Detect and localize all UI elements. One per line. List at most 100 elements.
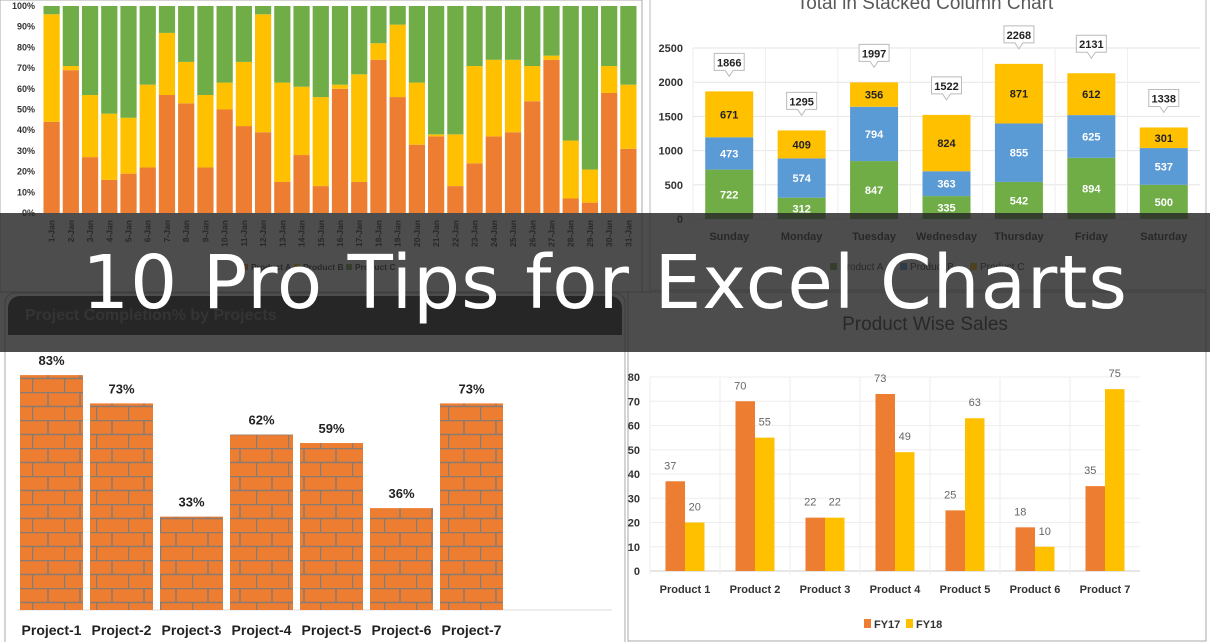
y-tick-label: 20: [628, 518, 640, 530]
bar-segment-product-b: [485, 59, 502, 137]
legend-label: FY18: [916, 619, 942, 631]
bar-segment-product-b: [504, 59, 522, 133]
bar-segment-product-c: [62, 6, 79, 67]
bar-segment-product-c: [504, 6, 522, 60]
bar-segment-product-a: [62, 70, 79, 213]
bar-segment-product-a: [428, 136, 445, 213]
bar-segment-product-a: [524, 101, 541, 213]
legend-swatch: [864, 619, 871, 628]
bar-fy18: [895, 452, 915, 571]
y-tick-label: 30: [628, 493, 640, 505]
bar-segment-product-a: [504, 132, 522, 213]
bar-segment-product-b: [312, 97, 329, 187]
bar-fy18: [825, 517, 845, 571]
bar-segment-product-a: [101, 179, 118, 213]
bar-segment-product-b: [524, 66, 541, 102]
bar-segment-product-b: [120, 117, 137, 174]
y-tick-label: 30%: [17, 146, 35, 156]
bar-segment-product-b: [408, 82, 426, 145]
data-label: 671: [720, 109, 738, 121]
y-tick-label: 70: [628, 396, 640, 408]
bar-segment-product-c: [543, 6, 560, 56]
data-label: 37: [664, 460, 676, 472]
bar-segment-product-b: [158, 32, 176, 96]
y-tick-label: 100%: [12, 1, 35, 11]
brick-bar: [370, 508, 433, 610]
y-tick-label: 10: [628, 542, 640, 554]
bar-segment-product-c: [312, 6, 329, 98]
bar-segment-product-a: [254, 132, 272, 213]
bar-segment-product-a: [543, 59, 560, 213]
bar-segment-product-c: [466, 6, 483, 67]
bar-segment-product-a: [158, 95, 176, 213]
data-label: 35: [1084, 465, 1096, 477]
data-label: 824: [937, 138, 956, 150]
bar-segment-product-c: [216, 6, 233, 83]
bar-segment-product-a: [139, 167, 156, 213]
data-label: 33%: [178, 495, 204, 510]
data-label: 75: [1109, 368, 1121, 380]
y-tick-label: 80%: [17, 42, 35, 52]
bar-fy17: [805, 517, 825, 571]
bar-segment-product-b: [601, 66, 618, 93]
bar-fy18: [965, 418, 985, 571]
bar-segment-product-b: [62, 66, 79, 71]
total-label: 2131: [1079, 39, 1103, 51]
bar-fy18: [685, 522, 705, 571]
data-label: 574: [792, 173, 811, 185]
bar-segment-product-b: [370, 43, 387, 60]
bar-segment-product-c: [158, 6, 176, 33]
brick-bar: [230, 434, 293, 610]
bar-segment-product-c: [235, 6, 252, 62]
bar-segment-product-b: [101, 113, 118, 180]
data-label: 70: [734, 380, 746, 392]
bar-segment-product-a: [216, 109, 233, 213]
bar-fy18: [1105, 389, 1125, 571]
bar-segment-product-a: [274, 181, 291, 213]
bar-segment-product-c: [197, 6, 214, 96]
bar-segment-product-b: [562, 140, 579, 199]
brick-bar: [90, 403, 153, 610]
bar-segment-product-a: [620, 148, 637, 213]
data-label: 473: [720, 148, 738, 160]
bar-segment-product-b: [447, 134, 464, 187]
bar-segment-product-b: [581, 169, 599, 203]
bar-segment-product-b: [620, 84, 637, 149]
x-tick-label: Project-7: [442, 622, 502, 638]
y-tick-label: 20%: [17, 167, 35, 177]
bar-segment-product-c: [485, 6, 502, 60]
bar-segment-product-b: [351, 74, 368, 182]
y-tick-label: 40: [628, 469, 640, 481]
bar-segment-product-a: [351, 181, 368, 213]
bar-segment-product-c: [120, 6, 137, 118]
bar-segment-product-b: [43, 14, 60, 122]
bar-segment-product-c: [428, 6, 445, 135]
bar-segment-product-a: [581, 202, 599, 213]
bar-segment-product-b: [389, 24, 406, 98]
bar-segment-product-c: [447, 6, 464, 135]
y-tick-label: 2000: [659, 77, 683, 89]
bar-segment-product-a: [81, 157, 99, 213]
title-banner: 10 Pro Tips for Excel Charts: [0, 213, 1210, 352]
bar-segment-product-b: [466, 66, 483, 164]
x-tick-label: Project-5: [302, 622, 362, 638]
x-tick-label: Product 4: [870, 584, 922, 596]
bar-segment-product-a: [293, 155, 310, 213]
data-label: 537: [1155, 161, 1173, 173]
bar-segment-product-a: [562, 198, 579, 213]
bar-segment-product-c: [139, 6, 156, 85]
bar-segment-product-c: [331, 6, 349, 85]
bar-segment-product-c: [389, 6, 406, 25]
x-tick-label: Product 1: [660, 584, 711, 596]
total-label: 1338: [1152, 93, 1176, 105]
data-label: 20: [689, 502, 701, 514]
y-tick-label: 80: [628, 372, 640, 384]
data-label: 55: [759, 417, 771, 429]
data-label: 612: [1082, 89, 1100, 101]
data-label: 356: [865, 90, 883, 102]
bar-segment-product-c: [408, 6, 426, 83]
y-tick-label: 0: [634, 566, 640, 578]
y-tick-label: 60: [628, 421, 640, 433]
x-tick-label: Project-6: [372, 622, 432, 638]
x-tick-label: Project-2: [92, 622, 152, 638]
